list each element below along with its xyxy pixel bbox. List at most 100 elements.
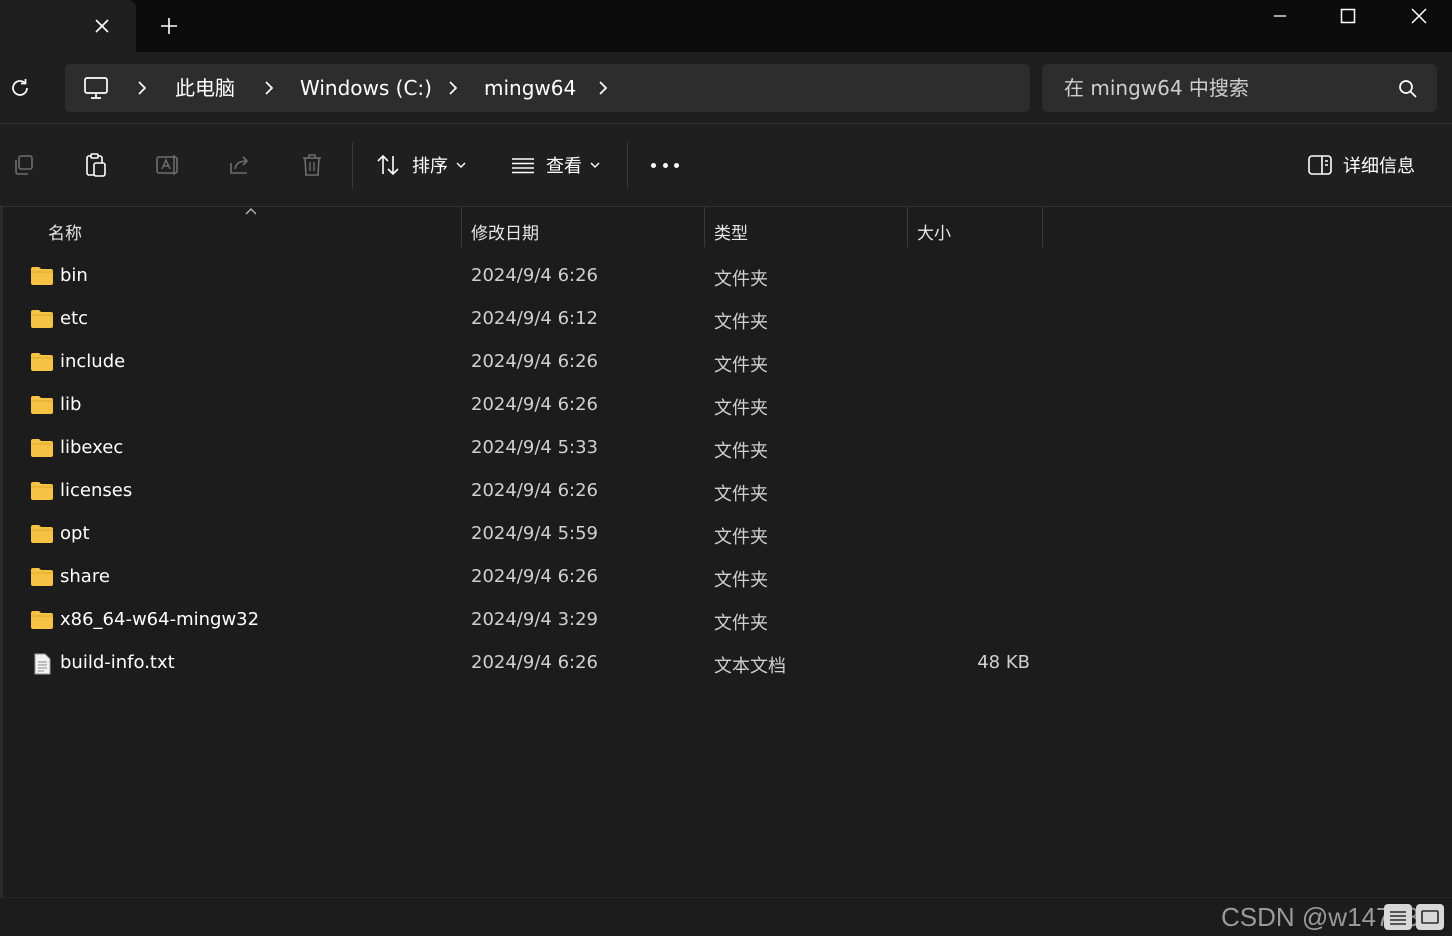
file-type: 文件夹 xyxy=(714,484,768,505)
folder-icon xyxy=(30,438,54,458)
column-header-type[interactable]: 类型 xyxy=(714,219,748,244)
close-window-button[interactable] xyxy=(1386,0,1452,32)
file-row[interactable]: etc 2024/9/4 6:12 文件夹 xyxy=(20,298,1050,341)
file-type: 文件夹 xyxy=(714,312,768,333)
file-type: 文件夹 xyxy=(714,355,768,376)
file-row[interactable]: include 2024/9/4 6:26 文件夹 xyxy=(20,341,1050,384)
this-pc-icon[interactable] xyxy=(83,76,111,100)
file-row[interactable]: x86_64-w64-mingw32 2024/9/4 3:29 文件夹 xyxy=(20,599,1050,642)
sort-icon xyxy=(377,154,399,176)
file-date: 2024/9/4 6:26 xyxy=(471,566,598,587)
column-divider[interactable] xyxy=(907,207,908,247)
details-label: 详细信息 xyxy=(1343,156,1415,177)
separator xyxy=(352,142,353,188)
details-view-toggle-icon[interactable] xyxy=(1384,904,1412,930)
tab-mingw64[interactable] xyxy=(0,0,136,52)
chevron-right-icon[interactable] xyxy=(259,78,279,98)
folder-icon xyxy=(30,352,54,372)
file-date: 2024/9/4 6:26 xyxy=(471,652,598,673)
chevron-right-icon[interactable] xyxy=(593,78,613,98)
file-row[interactable]: opt 2024/9/4 5:59 文件夹 xyxy=(20,513,1050,556)
scroll-edge xyxy=(0,207,3,897)
folder-icon xyxy=(30,481,54,501)
column-divider[interactable] xyxy=(704,207,705,247)
file-size: 48 KB xyxy=(977,652,1030,673)
file-name: etc xyxy=(60,308,89,329)
breadcrumb-this-pc[interactable]: 此电脑 xyxy=(175,75,235,101)
file-name: build-info.txt xyxy=(60,652,175,673)
navigation-bar: 此电脑 Windows (C:) mingw64 在 mingw64 中搜索 xyxy=(0,52,1452,123)
file-name: opt xyxy=(60,523,90,544)
file-row[interactable]: build-info.txt 2024/9/4 6:26 文本文档 48 KB xyxy=(20,642,1050,685)
rename-icon[interactable] xyxy=(154,151,182,179)
search-icon[interactable] xyxy=(1397,78,1419,100)
new-tab-button[interactable] xyxy=(155,12,183,40)
file-name: lib xyxy=(60,394,82,415)
breadcrumb-mingw64[interactable]: mingw64 xyxy=(484,75,576,101)
file-type: 文件夹 xyxy=(714,527,768,548)
file-date: 2024/9/4 6:26 xyxy=(471,480,598,501)
copy-icon[interactable] xyxy=(10,151,38,179)
file-date: 2024/9/4 6:26 xyxy=(471,394,598,415)
title-bar xyxy=(0,0,1452,52)
folder-icon xyxy=(30,610,54,630)
search-placeholder[interactable]: 在 mingw64 中搜索 xyxy=(1064,75,1249,101)
file-name: libexec xyxy=(60,437,124,458)
details-pane-icon xyxy=(1308,155,1332,175)
file-name: x86_64-w64-mingw32 xyxy=(60,609,260,630)
file-date: 2024/9/4 5:33 xyxy=(471,437,598,458)
more-options-icon[interactable] xyxy=(651,160,679,170)
column-divider[interactable] xyxy=(1042,207,1043,247)
sort-button[interactable]: 排序 xyxy=(376,148,466,182)
folder-icon xyxy=(30,524,54,544)
file-row[interactable]: libexec 2024/9/4 5:33 文件夹 xyxy=(20,427,1050,470)
maximize-button[interactable] xyxy=(1315,0,1381,32)
column-divider[interactable] xyxy=(461,207,462,247)
column-header-date[interactable]: 修改日期 xyxy=(471,219,539,244)
file-date: 2024/9/4 6:26 xyxy=(471,351,598,372)
file-type: 文件夹 xyxy=(714,398,768,419)
tiles-view-toggle-icon[interactable] xyxy=(1416,904,1444,930)
file-date: 2024/9/4 6:12 xyxy=(471,308,598,329)
file-row[interactable]: licenses 2024/9/4 6:26 文件夹 xyxy=(20,470,1050,513)
file-row[interactable]: bin 2024/9/4 6:26 文件夹 xyxy=(20,255,1050,298)
file-name: licenses xyxy=(60,480,133,501)
text-file-icon xyxy=(30,653,54,675)
folder-icon xyxy=(30,309,54,329)
delete-icon[interactable] xyxy=(298,151,326,179)
details-pane-button[interactable]: 详细信息 xyxy=(1307,148,1415,182)
status-bar: CSDN @w147283 xyxy=(0,897,1452,936)
chevron-right-icon[interactable] xyxy=(132,78,152,98)
file-row[interactable]: share 2024/9/4 6:26 文件夹 xyxy=(20,556,1050,599)
breadcrumb-c-drive[interactable]: Windows (C:) xyxy=(300,75,432,101)
file-type: 文件夹 xyxy=(714,269,768,290)
file-date: 2024/9/4 3:29 xyxy=(471,609,598,630)
command-bar: 排序 查看 详细信息 xyxy=(0,124,1452,206)
column-header-name[interactable]: 名称 xyxy=(48,219,82,244)
chevron-down-icon xyxy=(590,162,600,168)
refresh-icon[interactable] xyxy=(6,74,34,102)
sort-label: 排序 xyxy=(412,156,448,177)
file-date: 2024/9/4 6:26 xyxy=(471,265,598,286)
view-button[interactable]: 查看 xyxy=(510,148,600,182)
view-label: 查看 xyxy=(546,156,582,177)
file-type: 文件夹 xyxy=(714,613,768,634)
tab-close-icon[interactable] xyxy=(88,12,116,40)
view-list-icon xyxy=(512,158,534,174)
paste-icon[interactable] xyxy=(82,151,110,179)
file-row[interactable]: lib 2024/9/4 6:26 文件夹 xyxy=(20,384,1050,427)
chevron-right-icon[interactable] xyxy=(443,78,463,98)
file-type: 文件夹 xyxy=(714,570,768,591)
sort-ascending-icon xyxy=(245,208,257,215)
folder-icon xyxy=(30,266,54,286)
file-name: share xyxy=(60,566,110,587)
search-box[interactable]: 在 mingw64 中搜索 xyxy=(1042,64,1437,112)
chevron-down-icon xyxy=(456,162,466,168)
separator xyxy=(627,142,628,188)
file-name: include xyxy=(60,351,126,372)
file-date: 2024/9/4 5:59 xyxy=(471,523,598,544)
share-icon[interactable] xyxy=(226,151,254,179)
minimize-button[interactable] xyxy=(1247,0,1313,32)
address-bar[interactable]: 此电脑 Windows (C:) mingw64 xyxy=(65,64,1030,112)
column-header-size[interactable]: 大小 xyxy=(917,219,951,244)
